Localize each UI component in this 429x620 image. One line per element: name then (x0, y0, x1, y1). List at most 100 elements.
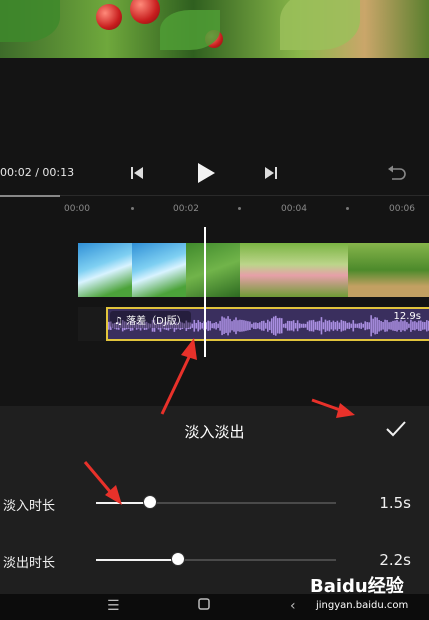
fade-in-row: 淡入时长 1.5s (0, 488, 429, 518)
waveform-bar (336, 320, 339, 331)
fade-in-slider-thumb[interactable] (143, 495, 158, 509)
skip-next-button[interactable] (262, 164, 280, 182)
audio-clip-name: 落差（DJ版） (126, 316, 187, 327)
waveform-bar (340, 319, 343, 332)
waveform-bar (259, 322, 261, 330)
waveform-bar (422, 321, 424, 330)
check-icon (386, 421, 406, 437)
skip-previous-icon (131, 167, 143, 179)
time-readout: 00:02 / 00:13 (0, 166, 75, 179)
waveform-bar (249, 321, 251, 330)
waveform-bar (292, 320, 295, 332)
progress-track[interactable] (0, 195, 429, 196)
audio-track-gap (78, 307, 106, 341)
undo-icon (388, 165, 406, 180)
waveform-bar (350, 323, 353, 328)
watermark-text: Baidu经验 (310, 575, 405, 597)
skip-previous-button[interactable] (128, 164, 146, 182)
ruler-dot (131, 207, 134, 210)
waveform-bar (426, 320, 428, 332)
waveform-bar (342, 320, 345, 331)
video-thumbnail (78, 243, 132, 297)
ruler-tick-label: 00:00 (64, 204, 90, 214)
waveform-bar (356, 323, 359, 328)
video-thumbnail (348, 243, 402, 297)
waveform-bar (326, 320, 329, 331)
fade-out-slider[interactable] (96, 552, 336, 566)
waveform-bar (251, 323, 253, 328)
fade-in-slider[interactable] (96, 495, 336, 509)
confirm-button[interactable] (384, 418, 408, 440)
waveform-bar (394, 320, 396, 332)
waveform-bar (402, 321, 404, 331)
fade-out-label: 淡出时长 (3, 556, 56, 571)
audio-track[interactable]: ♫ 落差（DJ版） 12.9s (106, 307, 429, 341)
waveform-bar (223, 317, 225, 335)
video-preview[interactable] (0, 0, 429, 58)
waveform-bar (376, 317, 378, 334)
waveform-bar (390, 321, 392, 330)
waveform-bar (243, 320, 245, 332)
fade-in-label: 淡入时长 (3, 499, 56, 514)
waveform-bar (346, 322, 349, 329)
waveform-bar (344, 321, 347, 331)
waveform-bar (366, 322, 368, 330)
waveform-bar (372, 318, 374, 333)
home-icon[interactable] (198, 598, 210, 614)
waveform-bar (253, 322, 255, 329)
waveform-bar (207, 320, 209, 331)
ruler-tick-label: 00:04 (281, 204, 307, 214)
waveform-bar (278, 317, 281, 334)
waveform-bar (245, 320, 247, 331)
waveform-bar (408, 323, 410, 328)
waveform-bar (414, 321, 416, 331)
fade-panel: 淡入淡出 淡入时长 1.5s 淡出时长 2.2s (0, 406, 429, 594)
waveform-bar (362, 323, 365, 328)
play-button[interactable] (195, 161, 217, 185)
waveform-bar (338, 322, 341, 330)
waveform-bar (382, 321, 384, 330)
waveform-bar (215, 322, 217, 330)
back-icon[interactable]: ‹ (290, 598, 296, 614)
menu-icon[interactable]: ☰ (107, 598, 120, 614)
waveform-bar (412, 321, 414, 330)
waveform-bar (424, 322, 426, 330)
waveform-bar (270, 318, 273, 334)
fade-out-slider-thumb[interactable] (170, 552, 185, 566)
waveform-bar (406, 322, 408, 330)
waveform-bar (314, 321, 317, 330)
baidu-watermark: Baidu经验 jingyan.baidu.com (308, 570, 426, 614)
waveform-bar (370, 315, 372, 337)
waveform-bar (296, 320, 299, 332)
waveform-bar (416, 322, 418, 330)
fade-out-slider-fill (96, 559, 179, 561)
waveform-bar (247, 321, 249, 331)
waveform-bar (213, 323, 215, 329)
waveform-bar (225, 318, 227, 333)
waveform-bar (418, 320, 420, 331)
ruler-dot (238, 207, 241, 210)
music-note-icon: ♫ (114, 316, 123, 327)
video-thumbnail (132, 243, 186, 297)
waveform-bar (368, 322, 370, 330)
waveform-bar (348, 322, 351, 330)
waveform-bar (237, 320, 239, 332)
video-track[interactable] (78, 243, 429, 297)
video-thumbnail (240, 243, 294, 297)
waveform-bar (257, 323, 259, 329)
undo-button[interactable] (387, 164, 407, 182)
waveform-bar (191, 323, 194, 328)
panel-title: 淡入淡出 (184, 423, 245, 441)
preview-leaf (280, 0, 360, 50)
playhead[interactable] (204, 227, 206, 357)
waveform-bar (398, 321, 400, 330)
waveform-bar (330, 322, 333, 330)
preview-leaf (160, 10, 220, 50)
watermark-url: jingyan.baidu.com (315, 600, 408, 611)
waveform-bar (199, 321, 202, 330)
waveform-bar (193, 319, 196, 332)
video-thumbnail (294, 243, 348, 297)
waveform-bar (334, 322, 337, 330)
preview-letterbox (0, 58, 429, 160)
waveform-bar (360, 322, 363, 329)
